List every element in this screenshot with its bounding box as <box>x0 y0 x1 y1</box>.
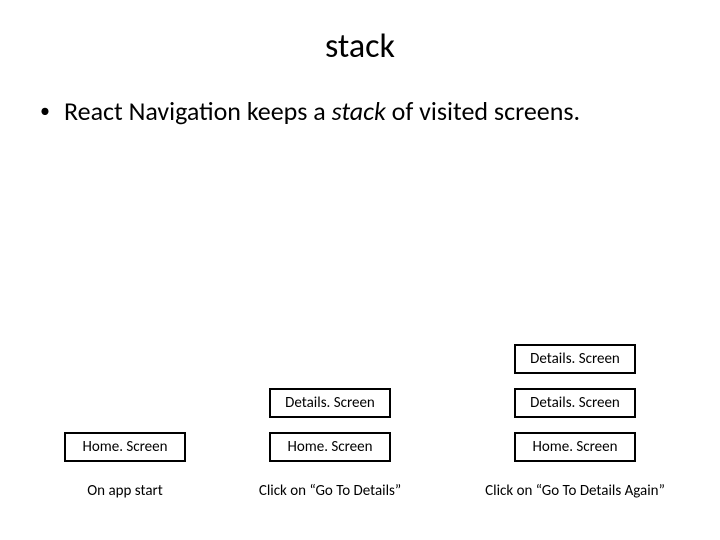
screen-box: Details. Screen <box>269 388 391 418</box>
bullet-suffix: of visited screens. <box>386 95 580 127</box>
bullet-italic: stack <box>332 95 386 127</box>
screen-box: Details. Screen <box>514 344 636 374</box>
screen-box: Home. Screen <box>269 432 391 462</box>
bullet-dot-icon: • <box>40 95 50 127</box>
slide: stack • React Navigation keeps a stack o… <box>0 0 720 540</box>
bullet-text: React Navigation keeps a stack of visite… <box>64 95 680 128</box>
stack-caption: Click on “Go To Details Again” <box>485 482 665 500</box>
bullet-line: • React Navigation keeps a stack of visi… <box>40 95 680 128</box>
bullet-area: • React Navigation keeps a stack of visi… <box>40 95 680 128</box>
bullet-prefix: React Navigation keeps a <box>64 95 332 127</box>
slide-title: stack <box>40 26 680 67</box>
screen-box: Home. Screen <box>514 432 636 462</box>
stack-caption: Click on “Go To Details” <box>259 482 401 500</box>
stack-columns: Home. Screen On app start Details. Scree… <box>0 344 720 500</box>
screen-box: Home. Screen <box>64 432 186 462</box>
stack-column: Home. Screen On app start <box>0 432 210 500</box>
stack-caption: On app start <box>87 482 163 500</box>
screen-box: Details. Screen <box>514 388 636 418</box>
stack-column: Details. Screen Details. Screen Home. Sc… <box>450 344 700 500</box>
stack-column: Details. Screen Home. Screen Click on “G… <box>210 388 450 500</box>
